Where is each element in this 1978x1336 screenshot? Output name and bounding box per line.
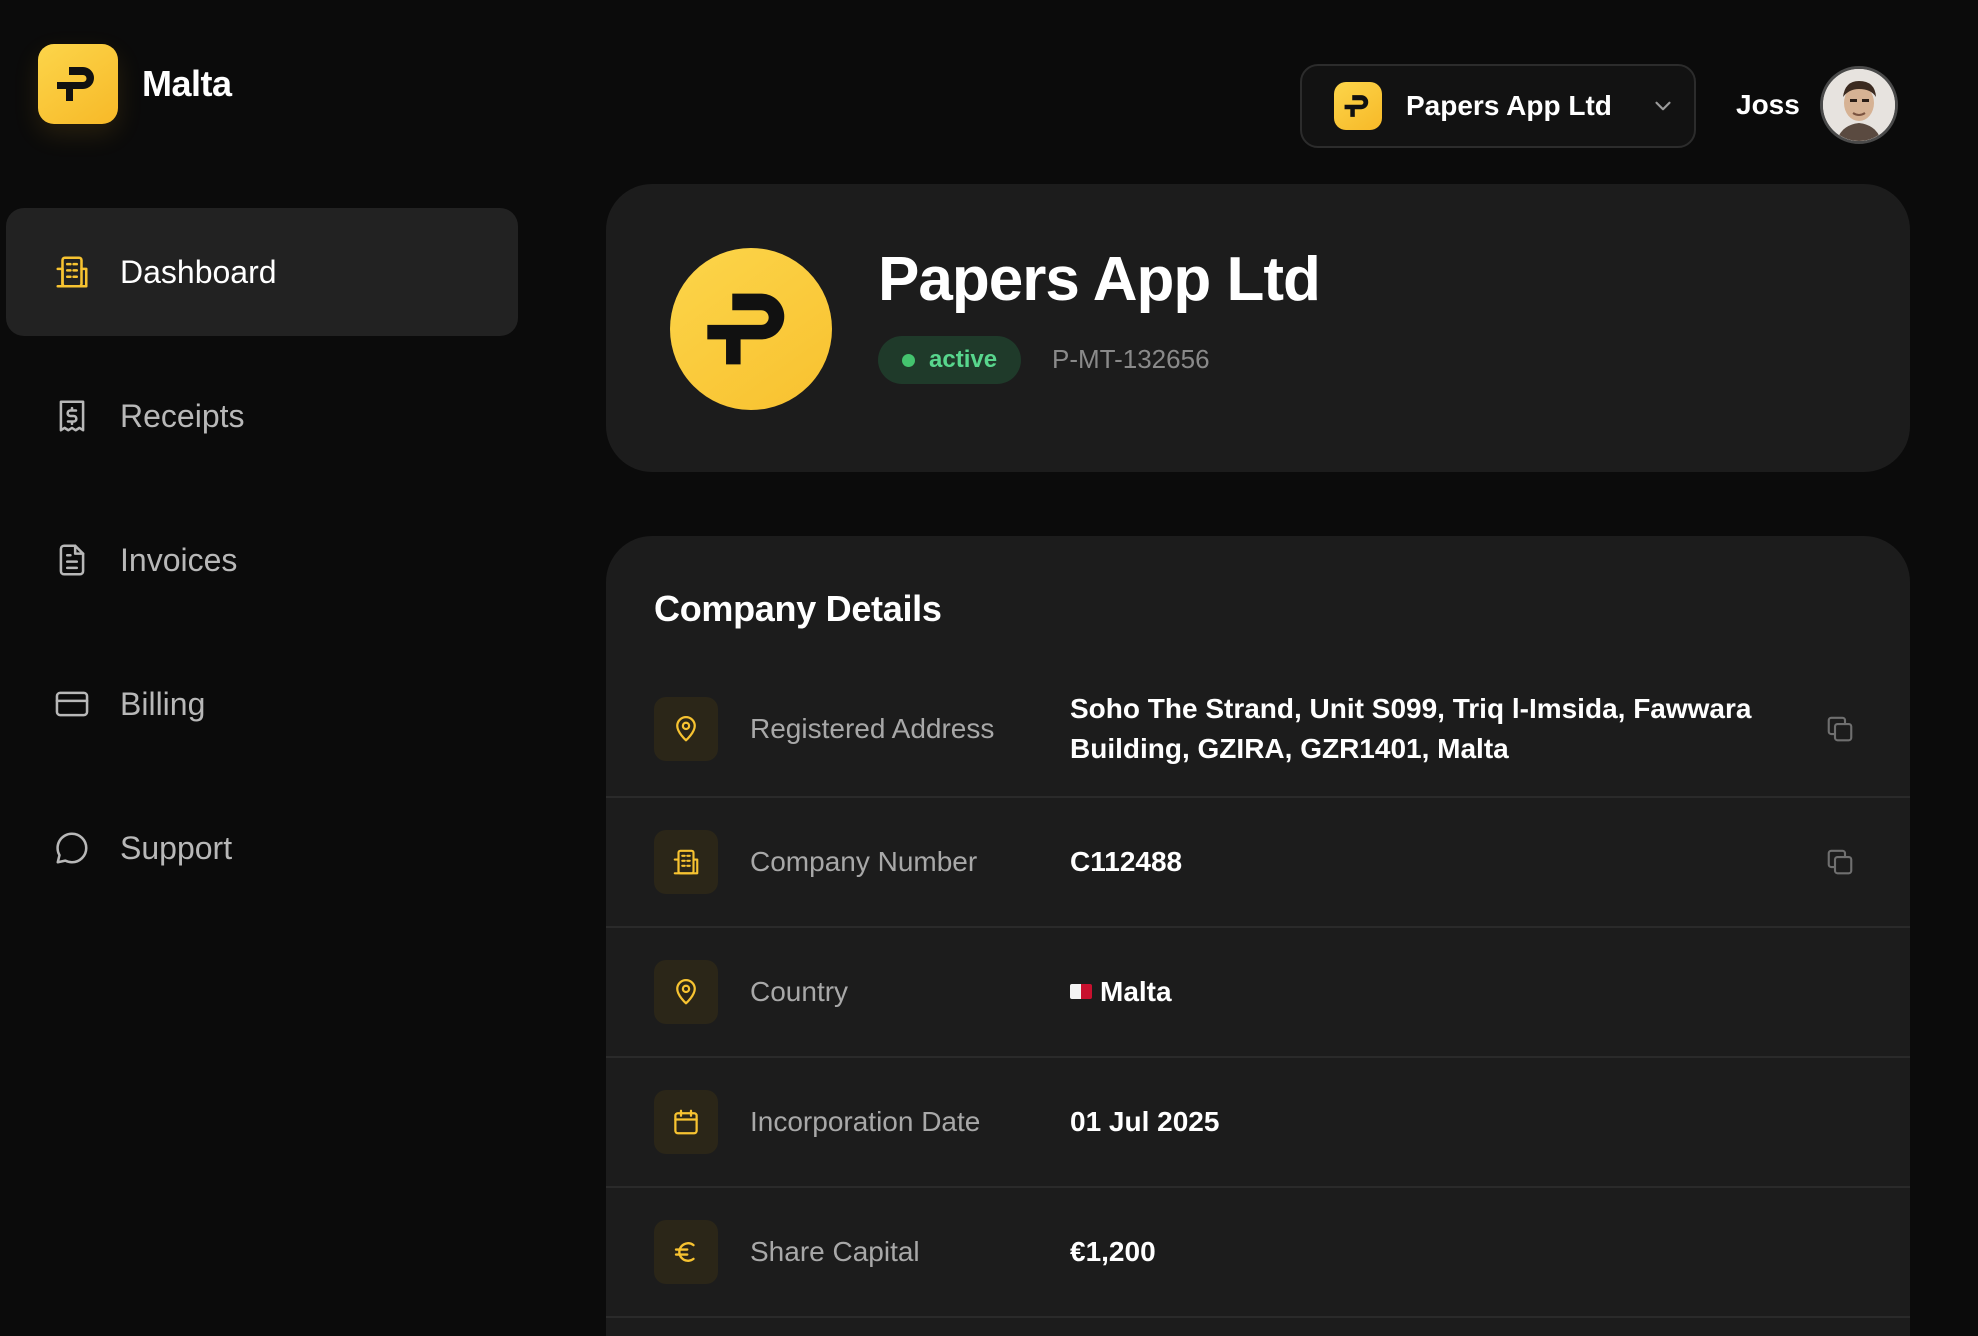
sidebar-item-dashboard[interactable]: Dashboard bbox=[6, 208, 518, 336]
status-label: active bbox=[929, 346, 998, 373]
sidebar-item-billing[interactable]: Billing bbox=[6, 640, 518, 768]
detail-label: Registered Address bbox=[750, 713, 995, 744]
user-name: Joss bbox=[1736, 89, 1800, 120]
detail-row-company-number: Company Number C112488 bbox=[606, 798, 1910, 928]
company-switcher-label: Papers App Ltd bbox=[1406, 90, 1612, 121]
detail-value-country: Malta bbox=[1070, 972, 1790, 1012]
section-title: Company Details bbox=[654, 588, 942, 629]
avatar[interactable] bbox=[1819, 66, 1898, 144]
malta-flag-icon bbox=[1070, 984, 1092, 999]
detail-row-share-capital: Share Capital €1,200 bbox=[606, 1188, 1910, 1318]
detail-value: 01 Jul 2025 bbox=[1070, 1106, 1220, 1137]
page-title: Papers App Ltd bbox=[878, 245, 1321, 314]
sidebar-item-support[interactable]: Support bbox=[6, 784, 518, 912]
status-badge: active bbox=[878, 336, 1022, 384]
calendar-icon bbox=[654, 1090, 718, 1154]
copy-icon[interactable] bbox=[1820, 842, 1860, 882]
detail-label: Share Capital bbox=[750, 1236, 920, 1267]
sidebar-item-label: Billing bbox=[120, 685, 206, 722]
sidebar-nav: Dashboard Receipts Invoices Billing Supp… bbox=[6, 208, 518, 928]
user-menu[interactable]: Joss bbox=[1736, 66, 1898, 144]
building-icon bbox=[52, 252, 92, 292]
sidebar-item-invoices[interactable]: Invoices bbox=[6, 496, 518, 624]
detail-value: Soho The Strand, Unit S099, Triq l-Imsid… bbox=[1070, 693, 1752, 764]
papers-logo-icon bbox=[1334, 82, 1382, 130]
receipt-icon bbox=[52, 396, 92, 436]
papers-logo-icon bbox=[670, 248, 832, 410]
detail-row-registered-address: Registered Address Soho The Strand, Unit… bbox=[606, 662, 1910, 798]
brand-name: Malta bbox=[142, 63, 232, 104]
sidebar-item-label: Dashboard bbox=[120, 253, 277, 290]
detail-label: Incorporation Date bbox=[750, 1106, 981, 1137]
detail-value: C112488 bbox=[1070, 846, 1183, 877]
document-icon bbox=[52, 540, 92, 580]
sidebar-item-receipts[interactable]: Receipts bbox=[6, 352, 518, 480]
papers-logo-icon bbox=[38, 44, 118, 124]
detail-row-country: Country Malta bbox=[606, 928, 1910, 1058]
sidebar-item-label: Receipts bbox=[120, 397, 245, 434]
detail-label: Company Number bbox=[750, 846, 978, 877]
map-pin-icon bbox=[654, 697, 718, 761]
detail-label: Country bbox=[750, 976, 849, 1007]
company-profile-card: Papers App Ltd active P-MT-132656 bbox=[606, 184, 1910, 472]
building-icon bbox=[654, 830, 718, 894]
company-details-card: Company Details Registered Address Soho … bbox=[606, 536, 1910, 1336]
company-switcher[interactable]: Papers App Ltd bbox=[1300, 64, 1696, 148]
company-reference: P-MT-132656 bbox=[1052, 344, 1210, 374]
credit-card-icon bbox=[52, 684, 92, 724]
chevron-down-icon bbox=[1650, 93, 1676, 119]
detail-value: €1,200 bbox=[1070, 1236, 1156, 1267]
sidebar-item-label: Support bbox=[120, 829, 233, 866]
detail-row-incorporation-date: Incorporation Date 01 Jul 2025 bbox=[606, 1058, 1910, 1188]
chat-bubble-icon bbox=[52, 828, 92, 868]
status-dot-icon bbox=[902, 353, 915, 367]
sidebar-item-label: Invoices bbox=[120, 541, 238, 578]
brand[interactable]: Malta bbox=[38, 44, 232, 124]
euro-icon bbox=[654, 1220, 718, 1284]
copy-icon[interactable] bbox=[1820, 709, 1860, 749]
detail-value: Malta bbox=[1100, 976, 1172, 1007]
map-pin-icon bbox=[654, 960, 718, 1024]
